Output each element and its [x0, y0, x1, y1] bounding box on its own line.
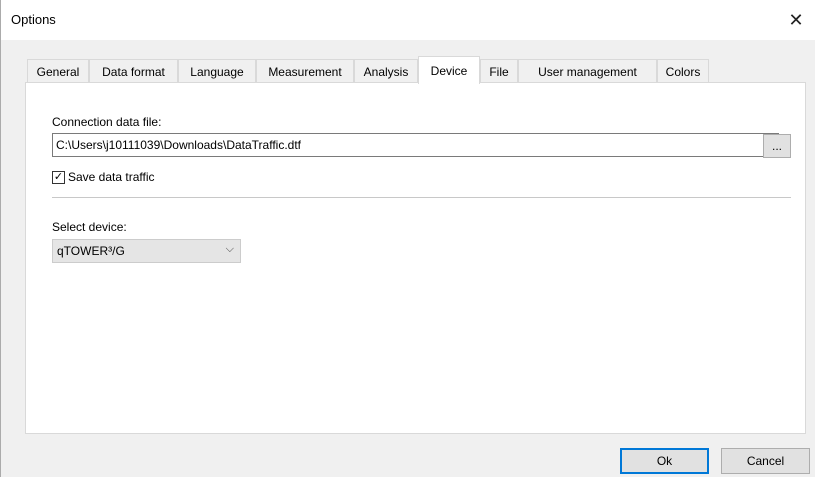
device-tab-panel: Connection data file: C:\Users\j10111039…: [25, 82, 806, 434]
dialog-title: Options: [11, 12, 56, 27]
tab-general[interactable]: General: [27, 59, 89, 83]
cancel-button[interactable]: Cancel: [721, 448, 810, 474]
tab-file[interactable]: File: [480, 59, 518, 83]
options-dialog: Options ✕ General Data format Language M…: [0, 0, 815, 477]
ok-button[interactable]: Ok: [620, 448, 709, 474]
tab-data-format[interactable]: Data format: [89, 59, 178, 83]
tab-user-management[interactable]: User management: [518, 59, 657, 83]
browse-button[interactable]: ...: [763, 134, 791, 158]
tab-analysis[interactable]: Analysis: [354, 59, 418, 83]
tab-language[interactable]: Language: [178, 59, 256, 83]
tab-device[interactable]: Device: [418, 56, 480, 84]
section-divider: [52, 197, 791, 198]
close-icon[interactable]: ✕: [776, 0, 815, 40]
save-data-traffic-label: Save data traffic: [68, 170, 155, 184]
select-device-label: Select device:: [52, 220, 127, 234]
save-data-traffic-checkbox[interactable]: ✓: [52, 170, 65, 184]
title-bar: Options ✕: [1, 0, 815, 40]
tab-measurement[interactable]: Measurement: [256, 59, 354, 83]
save-data-traffic-row[interactable]: ✓ Save data traffic: [52, 170, 155, 184]
select-device-value: qTOWER³/G: [57, 244, 125, 258]
connection-data-file-label: Connection data file:: [52, 115, 162, 129]
chevron-down-icon: ⌵: [225, 243, 234, 255]
tab-colors[interactable]: Colors: [657, 59, 709, 83]
select-device-dropdown[interactable]: qTOWER³/G ⌵: [52, 239, 241, 263]
connection-data-file-input[interactable]: C:\Users\j10111039\Downloads\DataTraffic…: [52, 133, 779, 157]
